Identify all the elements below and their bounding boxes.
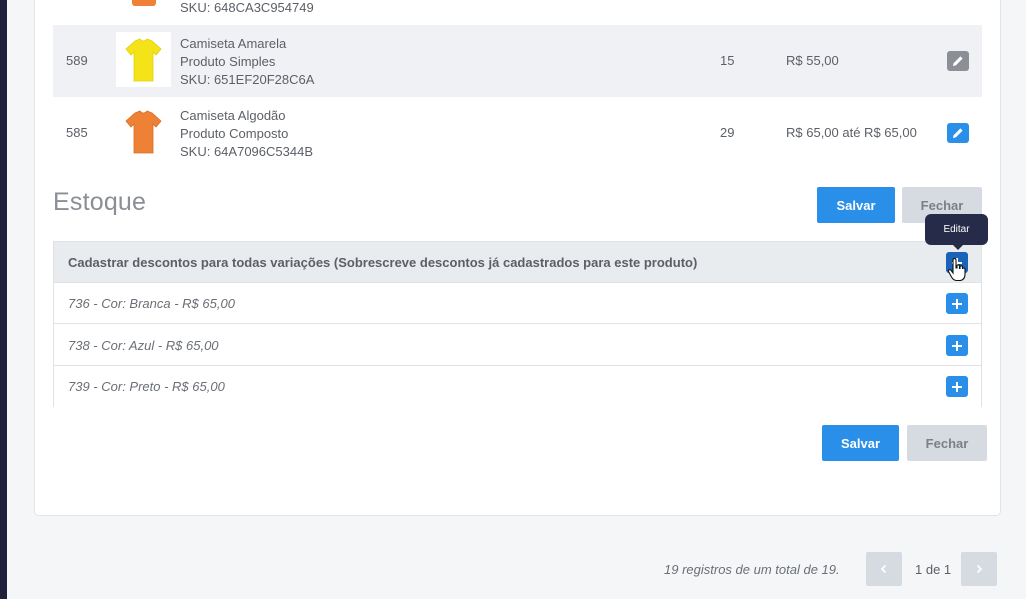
product-quantity: 29 xyxy=(720,125,735,140)
variation-label: 739 - Cor: Preto - R$ 65,00 xyxy=(68,379,225,394)
product-quantity: 15 xyxy=(720,53,735,68)
product-id: 585 xyxy=(66,125,88,140)
product-row: 589 Camiseta Amarela Produto Simples SKU… xyxy=(53,25,982,97)
product-name: Camiseta Algodão xyxy=(180,108,286,123)
product-thumbnail xyxy=(116,0,171,12)
product-row: 585 Camiseta Algodão Produto Composto SK… xyxy=(53,97,982,169)
chevron-left-icon xyxy=(880,564,887,574)
section-title: Estoque xyxy=(53,188,147,216)
tshirt-icon xyxy=(125,110,162,154)
product-sku: SKU: 64A7096C5344B xyxy=(180,144,313,159)
product-id: 589 xyxy=(66,53,88,68)
product-row: SKU: 648CA3C954749 xyxy=(53,0,982,25)
save-button[interactable]: Salvar xyxy=(817,187,895,223)
discount-header-label: Cadastrar descontos para todas variações… xyxy=(68,255,698,270)
records-info: 19 registros de um total de 19. xyxy=(664,562,840,577)
page-indicator: 1 de 1 xyxy=(915,562,952,577)
add-discount-button[interactable] xyxy=(946,376,968,397)
product-thumbnail xyxy=(116,32,171,87)
product-sku: SKU: 651EF20F28C6A xyxy=(180,72,315,87)
save-button[interactable]: Salvar xyxy=(822,425,899,461)
variation-row: 736 - Cor: Branca - R$ 65,00 xyxy=(54,283,981,324)
sidebar-edge xyxy=(0,0,7,599)
tshirt-icon xyxy=(125,38,162,82)
add-discount-button[interactable] xyxy=(946,335,968,356)
plus-icon xyxy=(952,340,962,351)
discount-header-row: Cadastrar descontos para todas variações… xyxy=(54,242,981,283)
chevron-right-icon xyxy=(976,564,983,574)
variation-row: 738 - Cor: Azul - R$ 65,00 xyxy=(54,325,981,366)
product-name: Camiseta Amarela xyxy=(180,36,287,51)
close-button[interactable]: Fechar xyxy=(907,425,987,461)
edit-product-button[interactable] xyxy=(947,51,969,71)
add-discount-button[interactable] xyxy=(946,293,968,314)
product-price: R$ 65,00 até R$ 65,00 xyxy=(786,125,917,140)
tooltip: Editar xyxy=(925,214,988,250)
variation-label: 736 - Cor: Branca - R$ 65,00 xyxy=(68,296,235,311)
variation-label: 738 - Cor: Azul - R$ 65,00 xyxy=(68,338,219,353)
pencil-icon xyxy=(953,56,963,66)
plus-icon xyxy=(952,298,962,309)
prev-page-button[interactable] xyxy=(866,552,902,586)
edit-product-button[interactable] xyxy=(947,123,969,143)
product-type: Produto Composto xyxy=(180,126,289,141)
next-page-button[interactable] xyxy=(961,552,997,586)
variation-row: 739 - Cor: Preto - R$ 65,00 xyxy=(54,366,981,407)
pencil-icon xyxy=(953,128,963,138)
product-sku: SKU: 648CA3C954749 xyxy=(180,0,314,15)
product-price: R$ 55,00 xyxy=(786,53,839,68)
product-thumbnail xyxy=(116,104,171,159)
plus-icon xyxy=(952,381,962,392)
product-type: Produto Simples xyxy=(180,54,276,69)
discount-table: Cadastrar descontos para todas variações… xyxy=(53,241,982,407)
hand-cursor-icon xyxy=(947,257,967,287)
